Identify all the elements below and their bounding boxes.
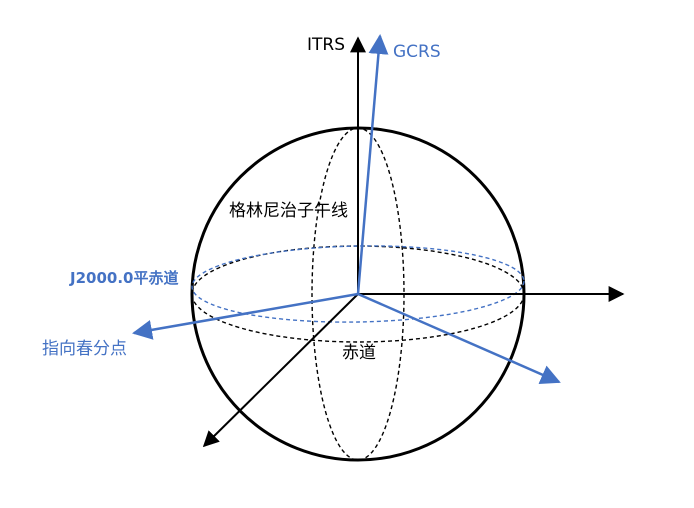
celestial-reference-frame-diagram: ITRS GCRS 格林尼治子午线 J2000.0平赤道 指向春分点 赤道 xyxy=(42,34,625,462)
gcrs-z-axis xyxy=(356,34,389,295)
vernal-equinox-label: 指向春分点 xyxy=(42,339,127,359)
j2000-equator-label: J2000.0平赤道 xyxy=(69,269,178,287)
gcrs-y-axis xyxy=(357,292,561,384)
equator-label: 赤道 xyxy=(342,343,376,363)
gcrs-label: GCRS xyxy=(393,42,441,62)
itrs-label: ITRS xyxy=(307,35,345,55)
greenwich-meridian-label: 格林尼治子午线 xyxy=(229,201,348,221)
